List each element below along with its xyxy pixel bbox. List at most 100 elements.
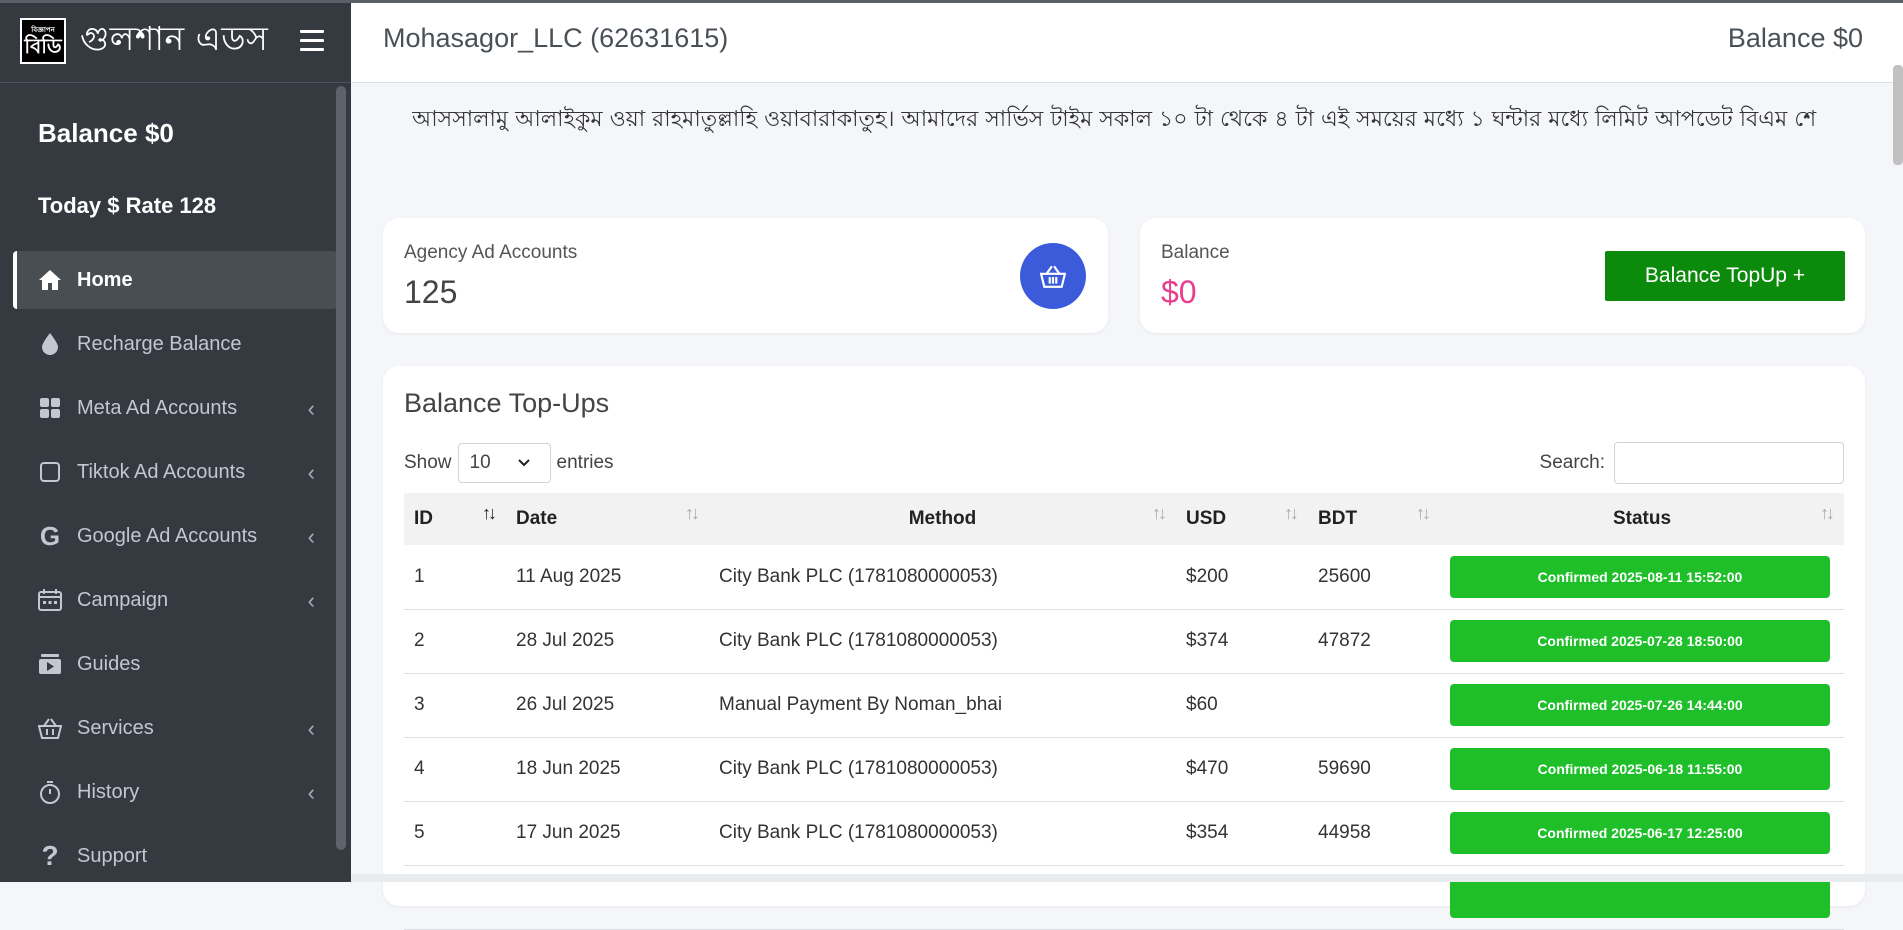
basket-icon (37, 715, 63, 741)
entries-control: Show 10 entries (404, 443, 614, 483)
status-badge: Confirmed 2025-07-28 18:50:00 (1450, 620, 1830, 662)
sidebar-item-label: Support (77, 844, 148, 867)
sidebar-item-label: Recharge Balance (77, 332, 242, 355)
cell-date: 28 Jul 2025 (516, 630, 615, 651)
sidebar-item-meta-ad-accounts[interactable]: Meta Ad Accounts ‹ (13, 379, 337, 437)
header-balance: Balance $0 (1727, 23, 1863, 53)
cell-id: 1 (414, 565, 425, 587)
agency-accounts-card: Agency Ad Accounts 125 (383, 218, 1108, 333)
sidebar-item-tiktok-ad-accounts[interactable]: Tiktok Ad Accounts ‹ (13, 443, 337, 501)
balance-card: Balance $0 Balance TopUp + (1140, 218, 1865, 333)
chevron-left-icon: ‹ (307, 524, 315, 549)
column-header-usd[interactable]: USD ↑↓ (1176, 493, 1308, 545)
column-header-date[interactable]: Date ↑↓ (506, 493, 709, 545)
stopwatch-icon (37, 779, 63, 805)
cell-date: 11 Aug 2025 (516, 565, 622, 587)
sidebar-scrollbar[interactable] (336, 86, 346, 850)
calendar-icon (37, 587, 63, 613)
cell-method: City Bank PLC (1781080000053) (719, 822, 998, 843)
cell-date: 18 Jun 2025 (516, 758, 621, 779)
sidebar-nav: Home Recharge Balance Meta Ad Accounts ‹… (13, 251, 337, 882)
table-row: 5 17 Jun 2025 City Bank PLC (17810800000… (404, 801, 1844, 865)
top-header: Mohasagor_LLC (62631615) Balance $0 (351, 3, 1903, 83)
brand[interactable]: বিজ্ঞাপন বিডি গুলশান এডস (0, 0, 351, 83)
sidebar-item-recharge-balance[interactable]: Recharge Balance (13, 315, 337, 373)
sidebar-item-label: Meta Ad Accounts (77, 396, 238, 419)
balance-topup-button[interactable]: Balance TopUp + (1605, 251, 1845, 301)
sidebar-item-services[interactable]: Services ‹ (13, 699, 337, 757)
cell-id: 3 (414, 694, 425, 715)
cell-usd: $374 (1186, 630, 1229, 651)
column-header-status[interactable]: Status ↑↓ (1440, 493, 1844, 545)
cell-bdt: 25600 (1318, 565, 1371, 587)
sidebar-item-label: History (77, 780, 140, 803)
search-label: Search: (1539, 452, 1605, 473)
cell-usd: $470 (1186, 758, 1229, 779)
cell-usd: $200 (1186, 565, 1229, 587)
chevron-left-icon: ‹ (307, 588, 315, 613)
status-badge: Confirmed 2025-06-18 11:55:00 (1450, 748, 1830, 790)
sidebar-balance: Balance $0 (38, 118, 174, 148)
sort-asc-icon: ↑↓ (482, 503, 497, 523)
logo-small-text: বিজ্ঞাপন (31, 26, 55, 34)
brand-name[interactable]: গুলশান এডস (80, 13, 268, 69)
status-badge: Confirmed 2025-07-26 14:44:00 (1450, 684, 1830, 726)
cell-id: 5 (414, 822, 425, 843)
horizontal-scrollbar[interactable] (351, 874, 1903, 882)
cell-method: City Bank PLC (1781080000053) (719, 565, 998, 587)
table-header-row: ID ↑↓ Date ↑↓ Method ↑↓ USD ↑↓ BDT ↑↓ Status ↑… (404, 493, 1844, 545)
google-icon: G (39, 520, 61, 551)
table-search: Search: (1540, 442, 1844, 484)
sidebar-item-home[interactable]: Home (13, 251, 337, 309)
table-row: 2 28 Jul 2025 City Bank PLC (17810800000… (404, 609, 1844, 673)
sidebar-item-label: Guides (77, 652, 141, 675)
page-scrollbar[interactable] (1893, 65, 1903, 165)
video-icon (37, 651, 63, 677)
sort-icon: ↑↓ (1416, 503, 1431, 523)
cell-usd: $354 (1186, 822, 1229, 843)
cell-date: 17 Jun 2025 (516, 822, 621, 843)
sidebar-item-guides[interactable]: Guides (13, 635, 337, 693)
basket-icon (1020, 243, 1086, 309)
cell-method: City Bank PLC (1781080000053) (719, 758, 998, 779)
account-title: Mohasagor_LLC (62631615) (383, 23, 729, 53)
cell-bdt: 59690 (1318, 758, 1371, 779)
logo-big-text: বিডি (24, 33, 62, 58)
sidebar-item-label: Home (77, 268, 133, 291)
chevron-down-icon (516, 454, 532, 476)
drop-icon (37, 331, 63, 357)
sidebar-item-google-ad-accounts[interactable]: G Google Ad Accounts ‹ (13, 507, 337, 565)
sort-icon: ↑↓ (1820, 503, 1835, 523)
cell-method: City Bank PLC (1781080000053) (719, 630, 998, 651)
sort-icon: ↑↓ (685, 503, 700, 523)
cell-id: 4 (414, 758, 425, 779)
table-row: 3 26 Jul 2025 Manual Payment By Noman_bh… (404, 673, 1844, 737)
column-header-bdt[interactable]: BDT ↑↓ (1308, 493, 1440, 545)
notice-marquee: আসসালামু আলাইকুম ওয়া রাহমাতুল্লাহি ওয়া… (412, 107, 1817, 132)
entries-select[interactable]: 10 (457, 443, 551, 483)
square-icon (37, 459, 63, 485)
cell-bdt (1308, 673, 1440, 737)
cell-id: 2 (414, 630, 425, 651)
column-header-id[interactable]: ID ↑↓ (404, 493, 506, 545)
sort-icon: ↑↓ (1152, 503, 1167, 523)
sidebar-item-support[interactable]: ? Support (13, 827, 337, 882)
balance-topups-card: Balance Top-Ups Show 10 entries Search: … (383, 366, 1865, 929)
status-badge-partial (1450, 876, 1830, 918)
sidebar-item-label: Google Ad Accounts (77, 524, 258, 547)
sidebar-item-campaign[interactable]: Campaign ‹ (13, 571, 337, 629)
entries-label: entries (556, 452, 614, 473)
grid-icon (37, 395, 63, 421)
status-badge: Confirmed 2025-06-17 12:25:00 (1450, 812, 1830, 854)
sidebar-item-label: Tiktok Ad Accounts (77, 460, 246, 483)
chevron-left-icon: ‹ (307, 396, 315, 421)
sidebar-item-history[interactable]: History ‹ (13, 763, 337, 821)
status-badge: Confirmed 2025-08-11 15:52:00 (1450, 555, 1830, 598)
search-input[interactable] (1614, 442, 1844, 484)
cell-date: 26 Jul 2025 (516, 694, 615, 715)
chevron-left-icon: ‹ (307, 780, 315, 805)
column-header-method[interactable]: Method ↑↓ (709, 493, 1176, 545)
cell-method: Manual Payment By Noman_bhai (719, 694, 1003, 715)
hamburger-menu-icon[interactable] (300, 30, 324, 52)
sidebar-item-label: Services (77, 716, 154, 739)
